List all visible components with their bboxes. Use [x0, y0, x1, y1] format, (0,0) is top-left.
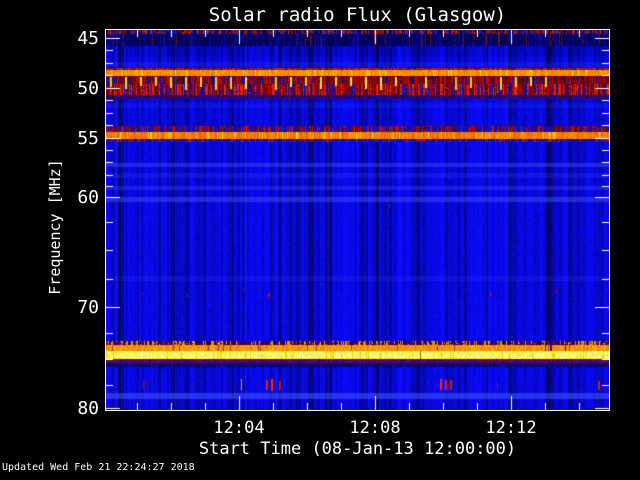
page-title: Solar radio Flux (Glasgow) — [208, 4, 507, 26]
x-tick-label: 12:12 — [485, 418, 537, 438]
y-tick-label: 60 — [77, 187, 99, 208]
y-axis-title: Frequency [MHz] — [46, 159, 64, 295]
spectrogram-window: Solar radio Flux (Glasgow) Frequency [MH… — [0, 0, 640, 480]
y-tick-label: 70 — [77, 297, 99, 318]
x-axis-title: Start Time (08-Jan-13 12:00:00) — [198, 439, 517, 459]
y-tick-label: 55 — [77, 128, 99, 149]
y-tick-label: 80 — [77, 398, 99, 419]
y-tick-label: 45 — [77, 28, 99, 49]
y-tick-label: 50 — [77, 78, 99, 99]
x-tick-label: 12:08 — [349, 418, 401, 438]
spectrogram-canvas — [106, 30, 609, 410]
x-tick-label: 12:04 — [213, 418, 265, 438]
updated-timestamp: Updated Wed Feb 21 22:24:27 2018 — [2, 462, 195, 473]
